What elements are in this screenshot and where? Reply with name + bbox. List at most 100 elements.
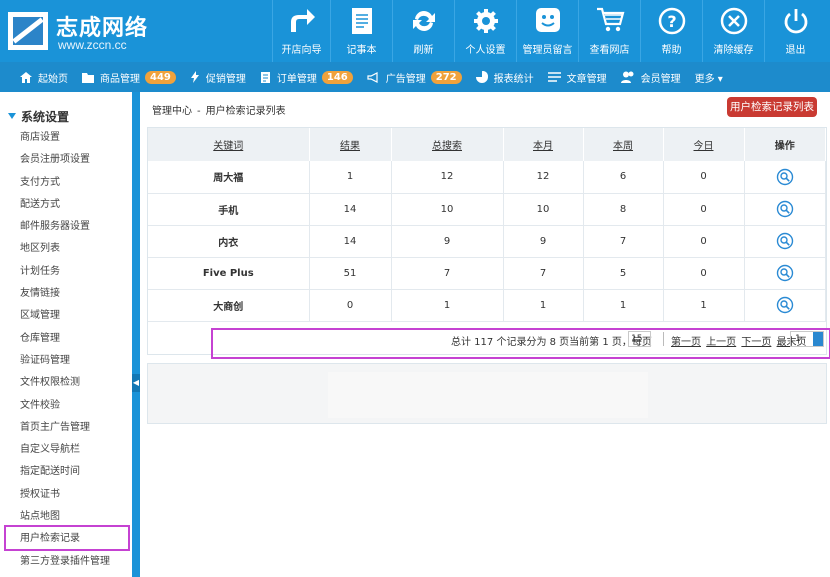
cell-today: 0 — [663, 225, 745, 258]
sidebar-item-warehouse[interactable]: 仓库管理 — [20, 328, 110, 350]
ads-badge: 272 — [430, 70, 462, 84]
sidebar-active-highlight — [4, 525, 130, 551]
sidebar-menu: 商店设置 会员注册项设置 支付方式 配送方式 邮件服务器设置 地区列表 计划任务… — [20, 127, 110, 573]
nav-more[interactable]: 更多 ▾ — [689, 62, 731, 92]
nav-orders-label: 订单管理 — [276, 73, 317, 85]
piechart-icon — [475, 71, 488, 83]
sidebar-item-member-register[interactable]: 会员注册项设置 — [20, 149, 110, 171]
sidebar: 系统设置 商店设置 会员注册项设置 支付方式 配送方式 邮件服务器设置 地区列表… — [0, 92, 136, 577]
col-actions: 操作 — [744, 128, 826, 161]
sidebar-item-third-party-login[interactable]: 第三方登录插件管理 — [20, 551, 110, 573]
clear-cache-label: 清除缓存 — [713, 45, 754, 56]
nav-reports[interactable]: 报表统计 — [470, 62, 542, 92]
nav-articles[interactable]: 文章管理 — [542, 62, 615, 92]
sidebar-item-shipping[interactable]: 配送方式 — [20, 194, 110, 216]
personal-settings-label: 个人设置 — [465, 45, 506, 56]
cell-today: 0 — [663, 193, 745, 226]
breadcrumb-root[interactable]: 管理中心 — [152, 106, 192, 117]
table-row: Five Plus 51 7 7 5 0 — [148, 257, 826, 290]
home-icon — [20, 71, 32, 83]
notepad-button[interactable]: 记事本 — [330, 0, 392, 62]
search-icon[interactable] — [776, 200, 794, 218]
page-select[interactable]: 1 — [790, 331, 824, 347]
per-page-input[interactable]: 15 — [628, 331, 651, 347]
pager-links: 第一页 上一页 下一页 最末页 — [671, 333, 809, 348]
first-page-link[interactable]: 第一页 — [671, 337, 701, 348]
orders-badge: 146 — [321, 70, 353, 84]
col-results[interactable]: 结果 — [309, 128, 392, 161]
nav-more-label: 更多 ▾ — [694, 73, 723, 85]
logo[interactable]: 志成网络 www.zccn.cc — [8, 8, 198, 54]
setup-wizard-button[interactable]: 开店向导 — [272, 0, 330, 62]
admin-message-button[interactable]: 管理员留言 — [516, 0, 578, 62]
refresh-button[interactable]: 刷新 — [392, 0, 454, 62]
nav-ads[interactable]: 广告管理 272 — [361, 62, 470, 92]
sidebar-item-captcha[interactable]: 验证码管理 — [20, 350, 110, 372]
nav-reports-label: 报表统计 — [493, 73, 534, 85]
sidebar-item-regions[interactable]: 地区列表 — [20, 238, 110, 260]
sidebar-section-title[interactable]: 系统设置 — [8, 108, 69, 125]
cell-results: 14 — [309, 225, 392, 258]
personal-settings-button[interactable]: 个人设置 — [454, 0, 516, 62]
help-button[interactable]: ? 帮助 — [640, 0, 702, 62]
col-keyword[interactable]: 关键词 — [148, 128, 310, 161]
cell-total: 12 — [391, 161, 504, 194]
clear-cache-button[interactable]: 清除缓存 — [702, 0, 764, 62]
sidebar-splitter[interactable] — [132, 92, 140, 577]
col-today[interactable]: 今日 — [663, 128, 745, 161]
nav-goods-label: 商品管理 — [100, 73, 140, 85]
cell-month: 1 — [503, 289, 584, 322]
cell-results: 1 — [309, 161, 392, 194]
nav-articles-label: 文章管理 — [566, 73, 607, 85]
search-icon[interactable] — [776, 232, 794, 250]
pager-divider — [663, 332, 664, 346]
gear-icon — [473, 9, 498, 33]
svg-text:?: ? — [667, 12, 676, 31]
cell-month: 7 — [503, 257, 584, 290]
prev-page-link[interactable]: 上一页 — [706, 337, 736, 348]
nav-home[interactable]: 起始页 — [0, 62, 76, 92]
cell-keyword: 内衣 — [148, 225, 310, 258]
sidebar-item-home-ads[interactable]: 首页主广告管理 — [20, 417, 110, 439]
nav-goods[interactable]: 商品管理 449 — [76, 62, 184, 92]
nav-members[interactable]: 会员管理 — [615, 62, 689, 92]
sidebar-item-delivery-time[interactable]: 指定配送时间 — [20, 461, 110, 483]
cell-month: 9 — [503, 225, 584, 258]
sidebar-item-areas[interactable]: 区域管理 — [20, 305, 110, 327]
nav-orders[interactable]: 订单管理 146 — [254, 62, 361, 92]
sidebar-item-mail-server[interactable]: 邮件服务器设置 — [20, 216, 110, 238]
sidebar-item-file-check[interactable]: 文件校验 — [20, 395, 110, 417]
col-total-searches[interactable]: 总搜索 — [391, 128, 504, 161]
search-icon[interactable] — [776, 296, 794, 314]
col-week[interactable]: 本周 — [583, 128, 664, 161]
main-nav: 起始页 商品管理 449 促销管理 订单管理 146 广告管理 272 报表统计… — [0, 62, 830, 92]
logout-button[interactable]: 退出 — [764, 0, 826, 62]
cell-keyword: Five Plus — [148, 257, 310, 290]
view-shop-button[interactable]: 查看网店 — [578, 0, 640, 62]
sidebar-item-friend-links[interactable]: 友情链接 — [20, 283, 110, 305]
admin-message-label: 管理员留言 — [522, 45, 573, 56]
arrow-icon — [290, 9, 315, 32]
sidebar-item-license[interactable]: 授权证书 — [20, 484, 110, 506]
collapse-sidebar-icon[interactable]: ◀ — [132, 374, 140, 392]
sidebar-item-shop-settings[interactable]: 商店设置 — [20, 127, 110, 149]
top-header: 志成网络 www.zccn.cc 开店向导 记事本 刷新 个人设置 管理员留言 … — [0, 0, 830, 62]
col-month[interactable]: 本月 — [503, 128, 584, 161]
sidebar-item-file-permission[interactable]: 文件权限检测 — [20, 372, 110, 394]
cell-results: 0 — [309, 289, 392, 322]
notepad-label: 记事本 — [346, 45, 377, 56]
setup-wizard-label: 开店向导 — [281, 45, 322, 56]
cell-today: 0 — [663, 161, 745, 194]
search-icon[interactable] — [776, 168, 794, 186]
breadcrumb-current: 用户检索记录列表 — [205, 106, 286, 117]
cell-month: 10 — [503, 193, 584, 226]
cell-week: 8 — [583, 193, 664, 226]
sidebar-item-custom-nav[interactable]: 自定义导航栏 — [20, 439, 110, 461]
view-shop-label: 查看网店 — [589, 45, 630, 56]
search-log-list-button[interactable]: 用户检索记录列表 — [727, 97, 817, 117]
nav-promotion[interactable]: 促销管理 — [184, 62, 254, 92]
sidebar-item-payment[interactable]: 支付方式 — [20, 172, 110, 194]
sidebar-item-cron[interactable]: 计划任务 — [20, 261, 110, 283]
next-page-link[interactable]: 下一页 — [741, 337, 771, 348]
search-icon[interactable] — [776, 264, 794, 282]
